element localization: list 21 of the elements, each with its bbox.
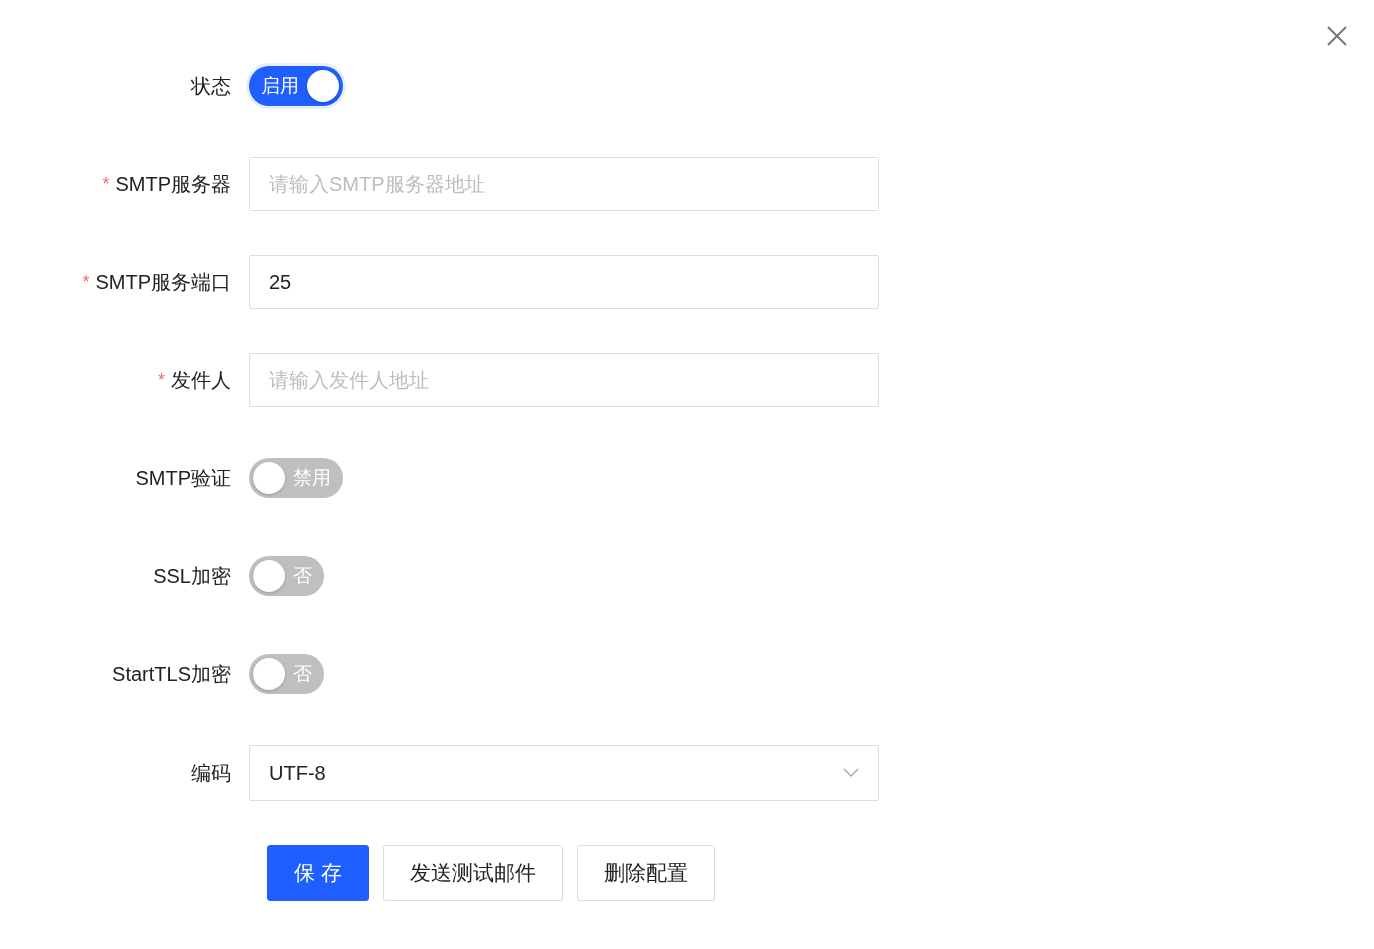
toggle-switch[interactable]: 启用 xyxy=(249,66,343,106)
chevron-down-icon xyxy=(843,768,859,778)
required-mark: * xyxy=(82,271,90,293)
field-label: SMTP服务端口 xyxy=(95,269,231,295)
required-mark: * xyxy=(102,173,110,195)
field-label: SMTP服务器 xyxy=(115,171,231,197)
text-field[interactable]: 25 xyxy=(249,255,879,309)
field-label: SSL加密 xyxy=(153,563,231,589)
field-label: 编码 xyxy=(191,760,231,786)
text-field[interactable]: 请输入发件人地址 xyxy=(249,353,879,407)
required-mark: * xyxy=(158,369,165,391)
action-button[interactable]: 删除配置 xyxy=(576,845,715,901)
field-label: SMTP验证 xyxy=(135,465,231,491)
select-field[interactable]: UTF-8 xyxy=(249,745,879,801)
field-label: StartTLS加密 xyxy=(112,661,231,687)
action-button[interactable]: 发送测试邮件 xyxy=(382,845,563,901)
field-label: 状态 xyxy=(191,73,231,99)
close-icon[interactable] xyxy=(1327,26,1347,46)
save-button[interactable]: 保 存 xyxy=(267,845,369,901)
text-field[interactable]: 请输入SMTP服务器地址 xyxy=(249,157,879,211)
field-label: 发件人 xyxy=(171,367,231,393)
